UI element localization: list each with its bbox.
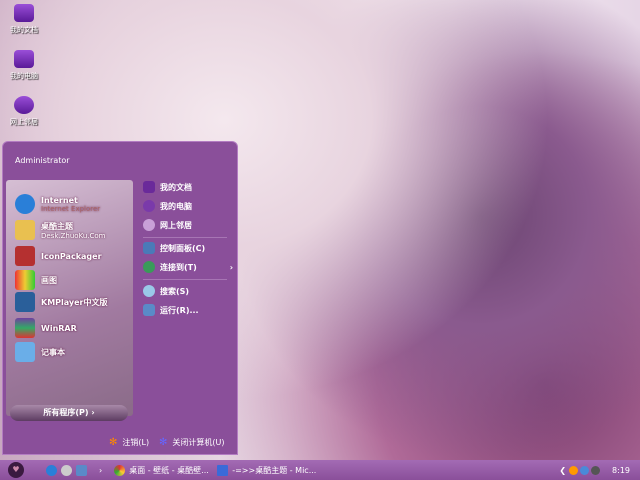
chrome-icon [114, 464, 126, 476]
divider [143, 279, 227, 280]
program-zhuoku[interactable]: 桌酷主题 Desk.ZhuoKu.Com [15, 220, 105, 240]
network-icon [143, 219, 155, 231]
start-button[interactable]: ♥ [8, 462, 24, 478]
chevron-right-icon: › [229, 262, 233, 272]
task-button-word[interactable]: -=>>桌酷主题 - Mic... [217, 464, 316, 476]
folder-icon [143, 181, 155, 193]
place-search[interactable]: 搜索(S) [143, 285, 189, 297]
user-name: Administrator [15, 156, 70, 165]
quicklaunch-more-button[interactable]: › [99, 466, 102, 475]
place-network[interactable]: 网上邻居 [143, 219, 192, 231]
computer-icon [14, 50, 34, 68]
divider [143, 237, 227, 238]
program-notepad[interactable]: 记事本 [15, 342, 65, 362]
search-icon [143, 285, 155, 297]
theme-icon [15, 220, 35, 240]
desktop-icon-network[interactable]: 网上邻居 [4, 96, 44, 127]
ie-icon [15, 194, 35, 214]
globe-icon [143, 261, 155, 273]
logoff-icon: ✻ [109, 437, 118, 448]
iconpackager-icon [15, 246, 35, 266]
shutdown-icon: ✻ [159, 437, 168, 448]
computer-icon [143, 200, 155, 212]
run-icon [143, 304, 155, 316]
program-iconpackager[interactable]: IconPackager [15, 246, 102, 266]
shutdown-button[interactable]: ✻ 关闭计算机(U) [159, 437, 225, 448]
network-tray-icon[interactable] [580, 465, 590, 475]
control-panel-icon [143, 242, 155, 254]
place-my-computer[interactable]: 我的电脑 [143, 200, 192, 212]
qq-icon[interactable] [569, 465, 579, 475]
show-desktop-icon[interactable] [76, 464, 87, 476]
taskbar: ♥ › 桌面 - 壁纸 - 桌酷壁... -=>>桌酷主题 - Mic... ❮… [0, 460, 640, 480]
program-internet[interactable]: Internet Internet Explorer [15, 194, 100, 214]
folder-icon [14, 4, 34, 22]
desktop-icon-my-computer[interactable]: 我的电脑 [4, 50, 44, 81]
start-menu: Administrator Internet Internet Explorer … [2, 141, 238, 455]
tray-expand-icon[interactable]: ❮ [559, 466, 566, 475]
program-paint[interactable]: 画图 [15, 270, 57, 290]
program-winrar[interactable]: WinRAR [15, 318, 77, 338]
place-control-panel[interactable]: 控制面板(C) [143, 242, 205, 254]
system-tray: ❮ 8:19 [559, 465, 630, 475]
word-icon [217, 464, 229, 476]
ie-quicklaunch-icon[interactable] [46, 464, 57, 476]
quicklaunch-icon[interactable] [61, 464, 72, 476]
program-kmplayer[interactable]: KMPlayer中文版 [15, 292, 108, 312]
task-button-browser[interactable]: 桌面 - 壁纸 - 桌酷壁... [114, 464, 209, 476]
place-run[interactable]: 运行(R)... [143, 304, 199, 316]
place-connect-to[interactable]: 连接到(T) › [143, 261, 233, 273]
network-icon [14, 96, 34, 114]
paint-icon [15, 270, 35, 290]
kmplayer-icon [15, 292, 35, 312]
place-my-documents[interactable]: 我的文档 [143, 181, 192, 193]
volume-icon[interactable] [591, 465, 601, 475]
notepad-icon [15, 342, 35, 362]
clock[interactable]: 8:19 [612, 466, 630, 475]
winrar-icon [15, 318, 35, 338]
desktop-icon-my-documents[interactable]: 我的文档 [4, 4, 44, 35]
all-programs-button[interactable]: 所有程序(P) › [10, 405, 128, 421]
logoff-button[interactable]: ✻ 注销(L) [109, 437, 149, 448]
